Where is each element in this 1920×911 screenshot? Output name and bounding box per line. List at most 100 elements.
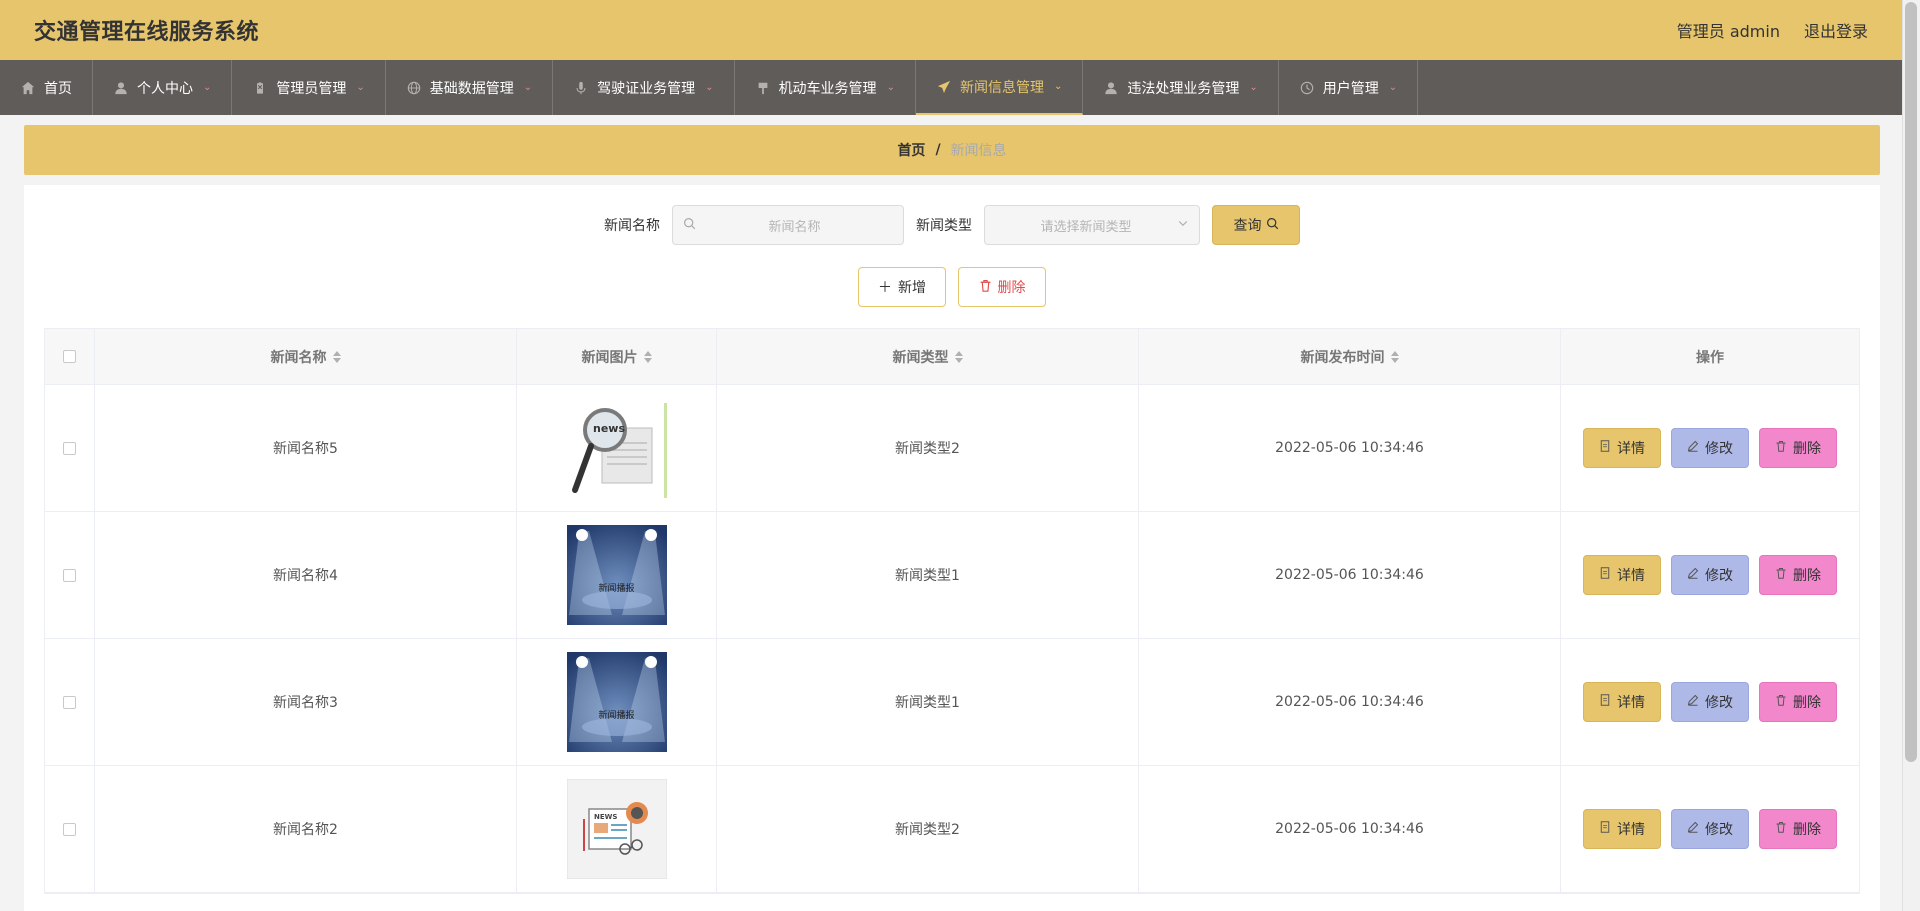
nav-item-personal-center[interactable]: 个人中心 ⌄: [93, 60, 233, 115]
edit-button[interactable]: 修改: [1671, 809, 1749, 849]
detail-button[interactable]: 详情: [1583, 809, 1661, 849]
chevron-down-icon: ⌄: [356, 82, 365, 93]
table-row: 新闻名称5 news 新闻类型2 2022-05-06 10:34:46 详情 …: [45, 385, 1859, 512]
nav-label: 基础数据管理: [429, 80, 514, 97]
delete-label: 删除: [1793, 568, 1821, 584]
nav-label: 新闻信息管理: [959, 79, 1044, 96]
publish-time-cell: 2022-05-06 10:34:46: [1139, 385, 1561, 511]
paper-plane-icon: [936, 79, 952, 95]
vertical-scrollbar[interactable]: [1902, 0, 1920, 911]
scrollbar-thumb[interactable]: [1905, 2, 1917, 762]
row-checkbox-cell: [45, 385, 95, 511]
current-user-label: 管理员 admin: [1676, 22, 1780, 41]
nav-item-news-management[interactable]: 新闻信息管理 ⌄: [915, 60, 1084, 115]
detail-button[interactable]: 详情: [1583, 428, 1661, 468]
nav-item-admin-management[interactable]: 管理员管理 ⌄: [232, 60, 386, 115]
query-button[interactable]: 查询: [1212, 205, 1300, 245]
detail-button[interactable]: 详情: [1583, 555, 1661, 595]
newspaper-icon[interactable]: NEWS: [566, 779, 667, 879]
globe-icon: [406, 80, 422, 96]
detail-label: 详情: [1617, 441, 1645, 457]
document-icon: [1599, 821, 1611, 837]
detail-button[interactable]: 详情: [1583, 682, 1661, 722]
chevron-down-icon: ⌄: [1053, 81, 1063, 92]
delete-button[interactable]: 删除: [1759, 555, 1837, 595]
news-name-label: 新闻名称: [604, 218, 660, 234]
content-panel: 新闻名称 新闻名称 新闻类型 请选择新闻类型 查询 ＋ 新增 删除 新闻名称 新…: [24, 185, 1880, 911]
column-header-image[interactable]: 新闻图片: [517, 329, 717, 384]
edit-button[interactable]: 修改: [1671, 682, 1749, 722]
table-header-row: 新闻名称 新闻图片 新闻类型 新闻发布时间 操作: [45, 329, 1859, 385]
news-type-cell: 新闻类型2: [717, 385, 1139, 511]
edit-label: 修改: [1705, 441, 1733, 457]
nav-item-home[interactable]: 首页: [0, 60, 93, 115]
svg-text:NEWS: NEWS: [594, 813, 617, 821]
row-ops-cell: 详情 修改 删除: [1561, 512, 1859, 638]
chevron-down-icon: ⌄: [1249, 82, 1258, 93]
detail-label: 详情: [1617, 695, 1645, 711]
news-name-cell: 新闻名称5: [95, 385, 517, 511]
sort-icon[interactable]: [643, 350, 652, 363]
select-all-checkbox[interactable]: [63, 350, 76, 363]
row-checkbox[interactable]: [63, 822, 76, 836]
column-header-name[interactable]: 新闻名称: [95, 329, 517, 384]
trash-icon: [1775, 440, 1787, 456]
nav-item-license-business[interactable]: 驾驶证业务管理 ⌄: [553, 60, 735, 115]
document-icon: [1599, 440, 1611, 456]
column-header-type[interactable]: 新闻类型: [717, 329, 1139, 384]
nav-item-violation-business[interactable]: 违法处理业务管理 ⌄: [1083, 60, 1279, 115]
table-row: 新闻名称2 NEWS 新闻类型2 2022-05-06 10:34:46 详情 …: [45, 766, 1859, 893]
app-title: 交通管理在线服务系统: [34, 20, 260, 45]
bulk-delete-button[interactable]: 删除: [958, 267, 1046, 307]
row-checkbox-cell: [45, 766, 95, 892]
delete-button[interactable]: 删除: [1759, 682, 1837, 722]
news-type-select[interactable]: 请选择新闻类型: [984, 205, 1200, 245]
delete-button[interactable]: 删除: [1759, 428, 1837, 468]
delete-button[interactable]: 删除: [1759, 809, 1837, 849]
sort-icon[interactable]: [1390, 350, 1399, 363]
spotlight-news-image[interactable]: [566, 525, 667, 625]
pencil-icon: [1687, 821, 1699, 837]
nav-item-user-management[interactable]: 用户管理 ⌄: [1279, 60, 1419, 115]
add-button[interactable]: ＋ 新增: [858, 267, 946, 307]
trash-icon: [979, 279, 992, 296]
edit-button[interactable]: 修改: [1671, 428, 1749, 468]
logout-link[interactable]: 退出登录: [1804, 18, 1868, 42]
query-label: 查询: [1233, 218, 1262, 234]
breadcrumb-home[interactable]: 首页: [897, 140, 925, 160]
sort-icon[interactable]: [954, 350, 963, 363]
nav-item-vehicle-business[interactable]: 机动车业务管理 ⌄: [735, 60, 916, 115]
magnifier-news-icon[interactable]: news: [566, 398, 667, 498]
pencil-icon: [1687, 694, 1699, 710]
sort-icon[interactable]: [332, 350, 341, 363]
row-checkbox[interactable]: [63, 568, 76, 582]
pencil-icon: [1687, 440, 1699, 456]
news-name-input[interactable]: 新闻名称: [672, 205, 904, 245]
table-row: 新闻名称4 新闻播报 新闻类型1 2022-05-06 10:34:46 详情 …: [45, 512, 1859, 639]
news-table: 新闻名称 新闻图片 新闻类型 新闻发布时间 操作 新闻名称5 news 新闻类型…: [44, 328, 1860, 894]
chevron-down-icon: ⌄: [705, 82, 714, 93]
search-icon: [683, 217, 696, 234]
clock-icon: [1299, 80, 1315, 96]
news-image-cell: 新闻播报: [517, 512, 717, 638]
chevron-down-icon: ⌄: [1388, 82, 1398, 93]
delete-label: 删除: [1793, 695, 1821, 711]
news-name-cell: 新闻名称4: [95, 512, 517, 638]
nav-item-basic-data-management[interactable]: 基础数据管理 ⌄: [386, 60, 554, 115]
breadcrumb-current: 新闻信息: [950, 143, 1007, 159]
news-name-cell: 新闻名称2: [95, 766, 517, 892]
chevron-down-icon: [1177, 217, 1189, 233]
edit-button[interactable]: 修改: [1671, 555, 1749, 595]
edit-label: 修改: [1705, 695, 1733, 711]
row-checkbox[interactable]: [63, 441, 76, 455]
news-image-cell: news: [517, 385, 717, 511]
row-checkbox[interactable]: [63, 695, 76, 709]
delete-label: 删除: [1793, 441, 1821, 457]
trash-icon: [1775, 567, 1787, 583]
detail-label: 详情: [1617, 568, 1645, 584]
search-bar: 新闻名称 新闻名称 新闻类型 请选择新闻类型 查询: [24, 205, 1880, 245]
spotlight-news-image[interactable]: [566, 652, 667, 752]
plus-icon: ＋: [878, 280, 892, 296]
column-header-time[interactable]: 新闻发布时间: [1139, 329, 1561, 384]
column-label: 新闻类型: [892, 349, 949, 366]
